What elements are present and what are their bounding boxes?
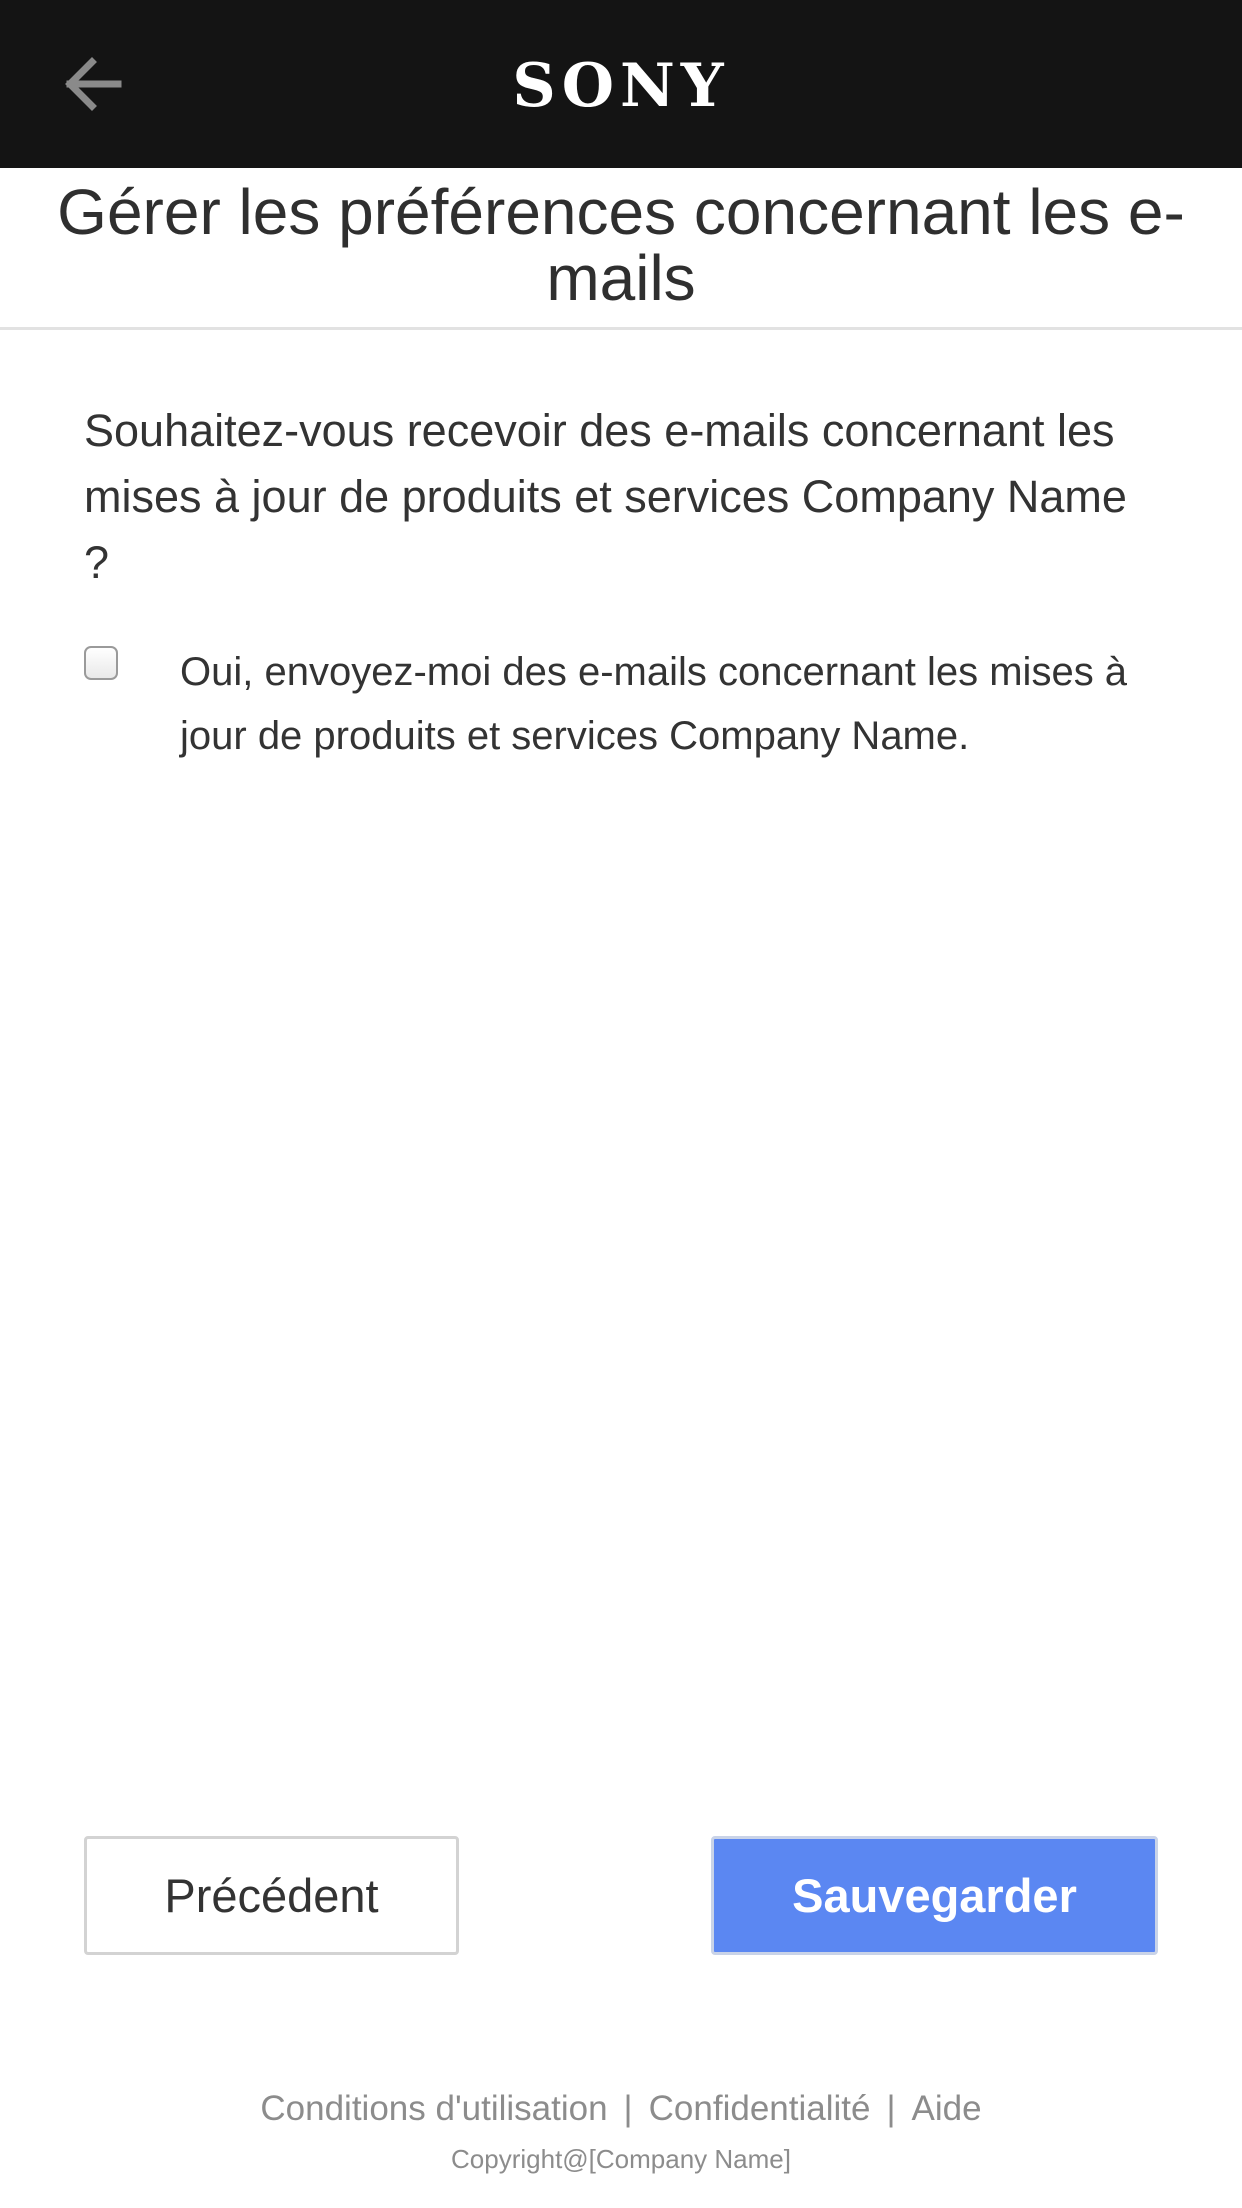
save-button[interactable]: Sauvegarder [711,1836,1158,1955]
page-title-section: Gérer les préférences concernant les e-m… [0,168,1242,330]
email-updates-checkbox-label[interactable]: Oui, envoyez-moi des e-mails concernant … [180,640,1180,768]
email-preference-question: Souhaitez-vous recevoir des e-mails conc… [84,405,1127,588]
back-button[interactable] [52,44,132,124]
footer-separator: | [886,2089,896,2128]
email-updates-checkbox[interactable] [84,646,118,680]
page-title: Gérer les préférences concernant les e-m… [57,175,1185,314]
footer-separator: | [623,2089,633,2128]
copyright-text: Copyright@[Company Name] [451,2144,791,2174]
previous-button[interactable]: Précédent [84,1836,459,1955]
footer-links: Conditions d'utilisation | Confidentialité… [0,2084,1242,2134]
terms-of-use-link[interactable]: Conditions d'utilisation [260,2089,607,2128]
help-link[interactable]: Aide [912,2089,982,2128]
arrow-left-icon [65,57,122,111]
top-header-bar: SONY [0,0,1242,168]
sony-logo: SONY [512,51,730,121]
privacy-link[interactable]: Confidentialité [649,2089,871,2128]
